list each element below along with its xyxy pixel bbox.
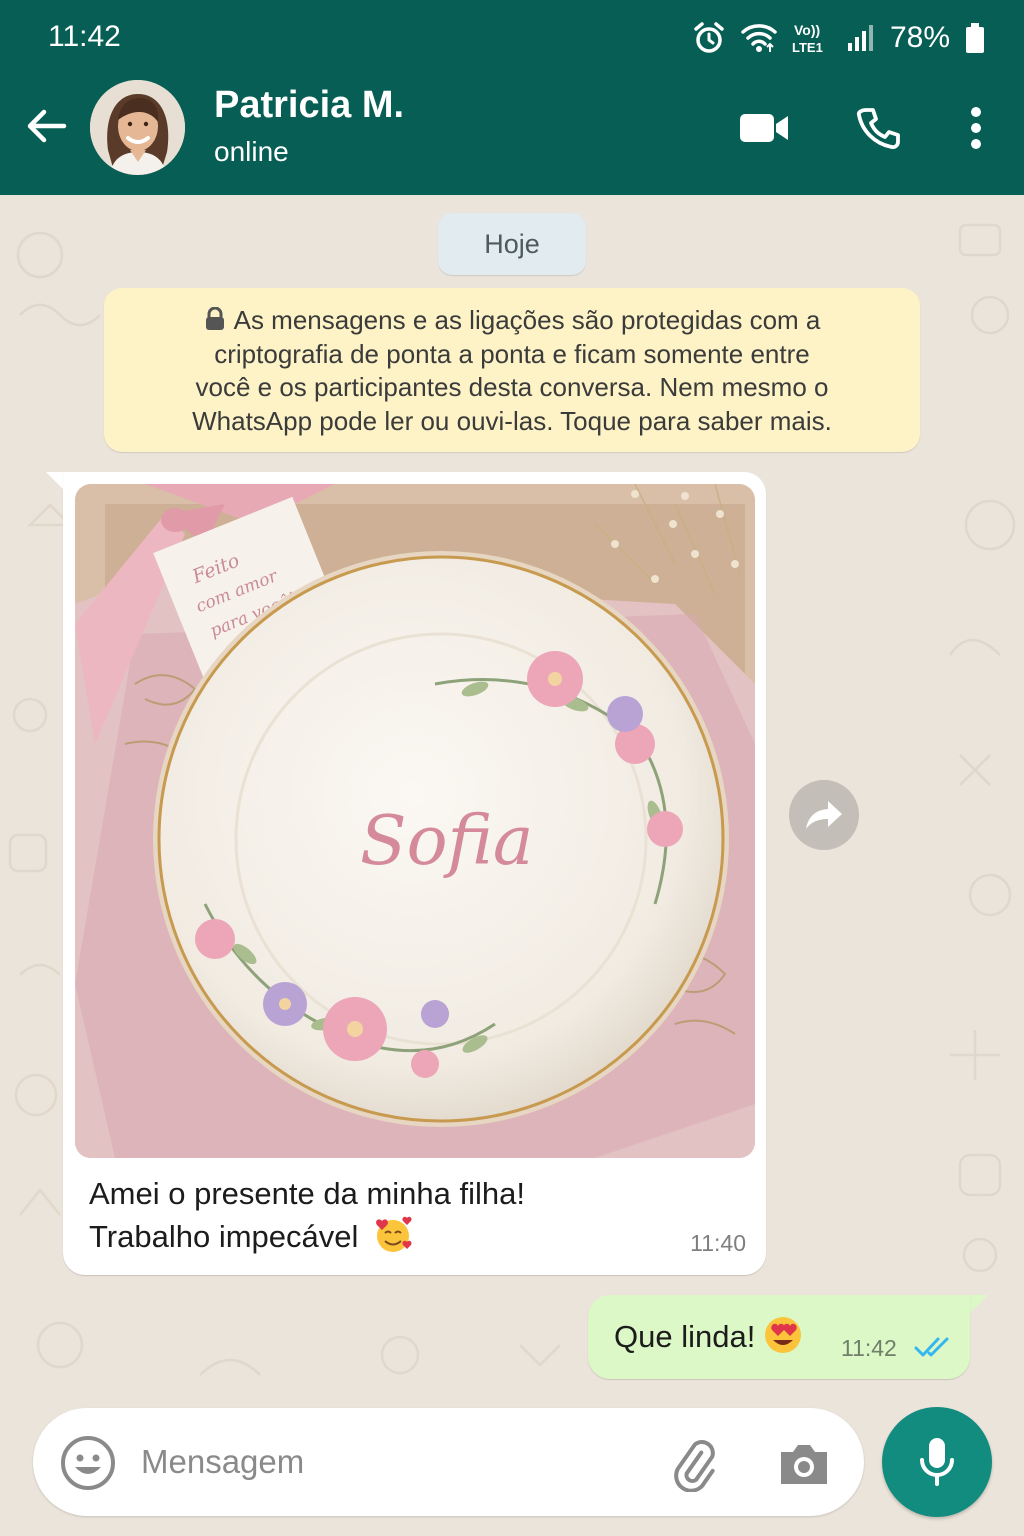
caption-line: Trabalho impecável [89,1215,525,1258]
battery-icon [966,23,984,53]
svg-text:Vo)): Vo)) [794,22,820,38]
volte-lte-icon: Vo)) LTE1 [792,22,823,55]
outgoing-text: Que linda! [614,1315,803,1355]
lock-icon [205,307,224,330]
signal-icon [847,25,873,51]
avatar-portrait [90,80,185,175]
personalized-plate-photo: Feito com amor para você! Sofia [75,484,755,1158]
app-header: 11:42 Vo)) LTE1 78% Patricia M. online [0,0,1024,195]
encryption-notice[interactable]: As mensagens e as ligações são protegida… [104,288,920,452]
emoji-icon[interactable] [59,1434,117,1492]
status-time: 11:42 [48,20,121,53]
contact-status: online [214,136,289,167]
encryption-notice-line: criptografia de ponta a ponta e ficam so… [214,338,810,369]
svg-text:LTE1: LTE1 [792,40,823,55]
message-photo[interactable]: Feito com amor para você! Sofia [75,484,755,1158]
encryption-notice-line: As mensagens e as ligações são protegida… [144,304,880,338]
contact-name[interactable]: Patricia M. [214,84,404,127]
alarm-icon [694,22,724,53]
encryption-notice-line: WhatsApp pode ler ou ouvi-las. Toque par… [192,405,832,436]
voice-call-button[interactable] [850,104,906,152]
encryption-notice-line: você e os participantes desta conversa. … [195,372,829,402]
more-options-button[interactable] [948,104,1004,152]
forward-button[interactable] [789,780,859,850]
smiling-face-with-hearts-emoji [376,1216,412,1252]
heart-eyes-emoji [765,1317,802,1353]
message-caption: Amei o presente da minha filha! Trabalho… [89,1172,525,1258]
more-vert-icon [971,107,981,149]
message-input[interactable] [141,1430,641,1494]
video-call-button[interactable] [736,104,792,152]
read-receipt-icon [914,1337,949,1357]
message-composer [33,1408,864,1516]
paperclip-icon[interactable] [665,1434,723,1492]
back-arrow-icon[interactable] [24,104,68,148]
incoming-message[interactable]: Feito com amor para você! Sofia Amei o p… [63,472,766,1275]
microphone-icon [920,1438,954,1486]
status-icons: Vo)) LTE1 78% [692,18,986,58]
date-chip: Hoje [438,213,586,275]
chat-area[interactable]: Hoje As mensagens e as ligações são prot… [0,195,1024,1536]
caption-line: Amei o presente da minha filha! [89,1176,525,1211]
battery-percent: 78% [889,21,950,54]
video-camera-icon [740,114,788,142]
voice-message-button[interactable] [882,1407,992,1517]
phone-icon [856,108,900,150]
wifi-icon [741,24,777,52]
contact-avatar[interactable] [90,80,185,175]
plate-name: Sofia [360,802,533,881]
message-time: 11:42 [841,1335,897,1361]
outgoing-message[interactable]: Que linda! 11:42 [588,1295,970,1379]
camera-icon[interactable] [775,1434,833,1492]
message-time: 11:40 [690,1230,746,1256]
forward-share-icon [806,801,842,829]
